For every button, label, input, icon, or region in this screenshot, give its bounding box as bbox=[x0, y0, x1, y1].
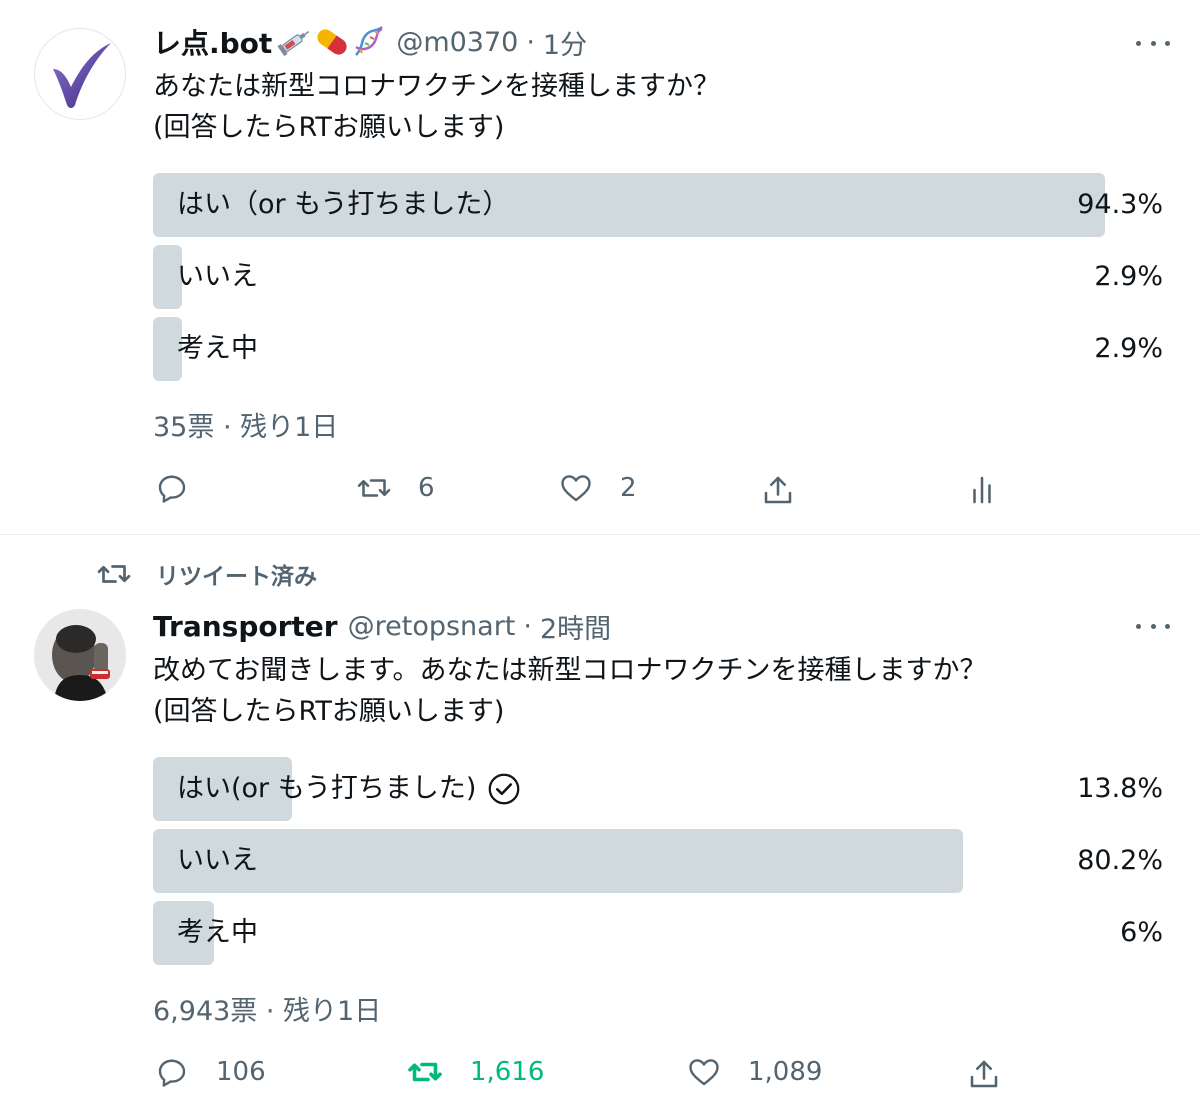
poll-option-text: はい(or もう打ちました) bbox=[177, 773, 477, 804]
author-name[interactable]: Transporter bbox=[153, 610, 338, 643]
separator-dot: · bbox=[523, 610, 532, 642]
syringe-icon bbox=[277, 31, 310, 57]
avatar[interactable] bbox=[34, 609, 126, 701]
reply-icon bbox=[158, 475, 186, 503]
poll-option-label: いいえ bbox=[177, 845, 258, 876]
poll-option-label: はい（or もう打ちました） bbox=[177, 189, 510, 220]
person-photo-icon bbox=[34, 609, 126, 701]
voted-check-icon bbox=[486, 771, 522, 807]
retweeted-label: リツイート済み bbox=[156, 564, 317, 590]
poll-option-percent: 6% bbox=[1120, 917, 1163, 948]
like-count: 2 bbox=[620, 473, 637, 503]
reply-count: 106 bbox=[216, 1057, 266, 1087]
poll-option-percent: 2.9% bbox=[1094, 333, 1163, 364]
tweet-text-line: あなたは新型コロナワクチンを接種しますか？ bbox=[153, 71, 720, 102]
share-button[interactable] bbox=[966, 1054, 1002, 1094]
poll-option: 考え中 2.9% bbox=[153, 317, 1163, 381]
poll-footer: 35票 · 残り1日 bbox=[153, 412, 339, 443]
reply-icon bbox=[158, 1059, 186, 1087]
heart-icon bbox=[561, 475, 591, 502]
tweet-time[interactable]: 1分 bbox=[543, 23, 587, 62]
tweet-text-line: 改めてお聞きします。あなたは新型コロナワクチンを接種しますか？ bbox=[153, 655, 987, 686]
share-icon bbox=[764, 476, 792, 504]
analytics-icon bbox=[973, 476, 991, 504]
poll-option: はい(or もう打ちました) 13.8% bbox=[153, 757, 1163, 821]
tweet-time[interactable]: 2時間 bbox=[540, 607, 611, 646]
dna-icon bbox=[355, 26, 384, 56]
heart-icon bbox=[689, 1059, 719, 1086]
tweet-text: 改めてお聞きします。あなたは新型コロナワクチンを接種しますか？ (回答したらRT… bbox=[153, 650, 987, 732]
author-name[interactable]: レ点.bot bbox=[153, 22, 272, 62]
more-options-icon[interactable] bbox=[1136, 33, 1170, 53]
tweet[interactable]: レ点.bot @m0370 · 1分 あなたは新型コロナワクチンを接種しますか？… bbox=[0, 0, 1200, 535]
poll-option-label: 考え中 bbox=[177, 917, 258, 948]
retweet-button[interactable]: 6 bbox=[356, 468, 435, 508]
retweet-icon bbox=[408, 1062, 442, 1082]
name-emojis bbox=[276, 24, 386, 60]
like-button[interactable]: 2 bbox=[558, 468, 637, 508]
author-handle[interactable]: @retopsnart bbox=[348, 611, 516, 642]
share-icon bbox=[970, 1060, 998, 1088]
more-options-icon[interactable] bbox=[1136, 616, 1170, 636]
poll-option: はい（or もう打ちました） 94.3% bbox=[153, 173, 1163, 237]
reply-button[interactable] bbox=[154, 468, 190, 508]
retweet-icon bbox=[97, 565, 131, 583]
tweet-header: Transporter @retopsnart · 2時間 bbox=[153, 606, 611, 646]
like-count: 1,089 bbox=[748, 1057, 823, 1087]
poll-option-percent: 13.8% bbox=[1077, 773, 1163, 804]
tweet-text-line: (回答したらRTお願いします) bbox=[153, 112, 505, 143]
poll-option-percent: 2.9% bbox=[1094, 261, 1163, 292]
tweet-text-line: (回答したらRTお願いします) bbox=[153, 696, 505, 727]
like-button[interactable]: 1,089 bbox=[686, 1052, 822, 1092]
poll-option-label: 考え中 bbox=[177, 333, 258, 364]
retweet-icon bbox=[357, 479, 391, 497]
reply-button[interactable]: 106 bbox=[154, 1052, 266, 1092]
pill-icon bbox=[317, 29, 347, 55]
poll-option-label: はい(or もう打ちました) bbox=[177, 757, 522, 821]
poll-option: いいえ 80.2% bbox=[153, 829, 1163, 893]
share-button[interactable] bbox=[760, 470, 796, 510]
poll-option-percent: 94.3% bbox=[1077, 189, 1163, 220]
author-handle[interactable]: @m0370 bbox=[396, 27, 518, 58]
analytics-button[interactable] bbox=[964, 470, 1000, 510]
avatar[interactable] bbox=[34, 28, 126, 120]
poll-bar bbox=[153, 829, 963, 893]
checkmark-logo-icon bbox=[53, 43, 111, 108]
poll-option: いいえ 2.9% bbox=[153, 245, 1163, 309]
retweeted-indicator: リツイート済み bbox=[96, 557, 317, 591]
retweet-button[interactable]: 1,616 bbox=[406, 1052, 544, 1092]
retweet-count: 6 bbox=[418, 473, 435, 503]
poll-option-percent: 80.2% bbox=[1077, 845, 1163, 876]
poll-option-label: いいえ bbox=[177, 261, 258, 292]
retweet-count: 1,616 bbox=[470, 1057, 545, 1087]
poll-option: 考え中 6% bbox=[153, 901, 1163, 965]
tweet-text: あなたは新型コロナワクチンを接種しますか？ (回答したらRTお願いします) bbox=[153, 66, 720, 148]
tweet-header: レ点.bot @m0370 · 1分 bbox=[153, 22, 587, 62]
separator-dot: · bbox=[526, 26, 535, 58]
poll-footer: 6,943票 · 残り1日 bbox=[153, 996, 382, 1027]
